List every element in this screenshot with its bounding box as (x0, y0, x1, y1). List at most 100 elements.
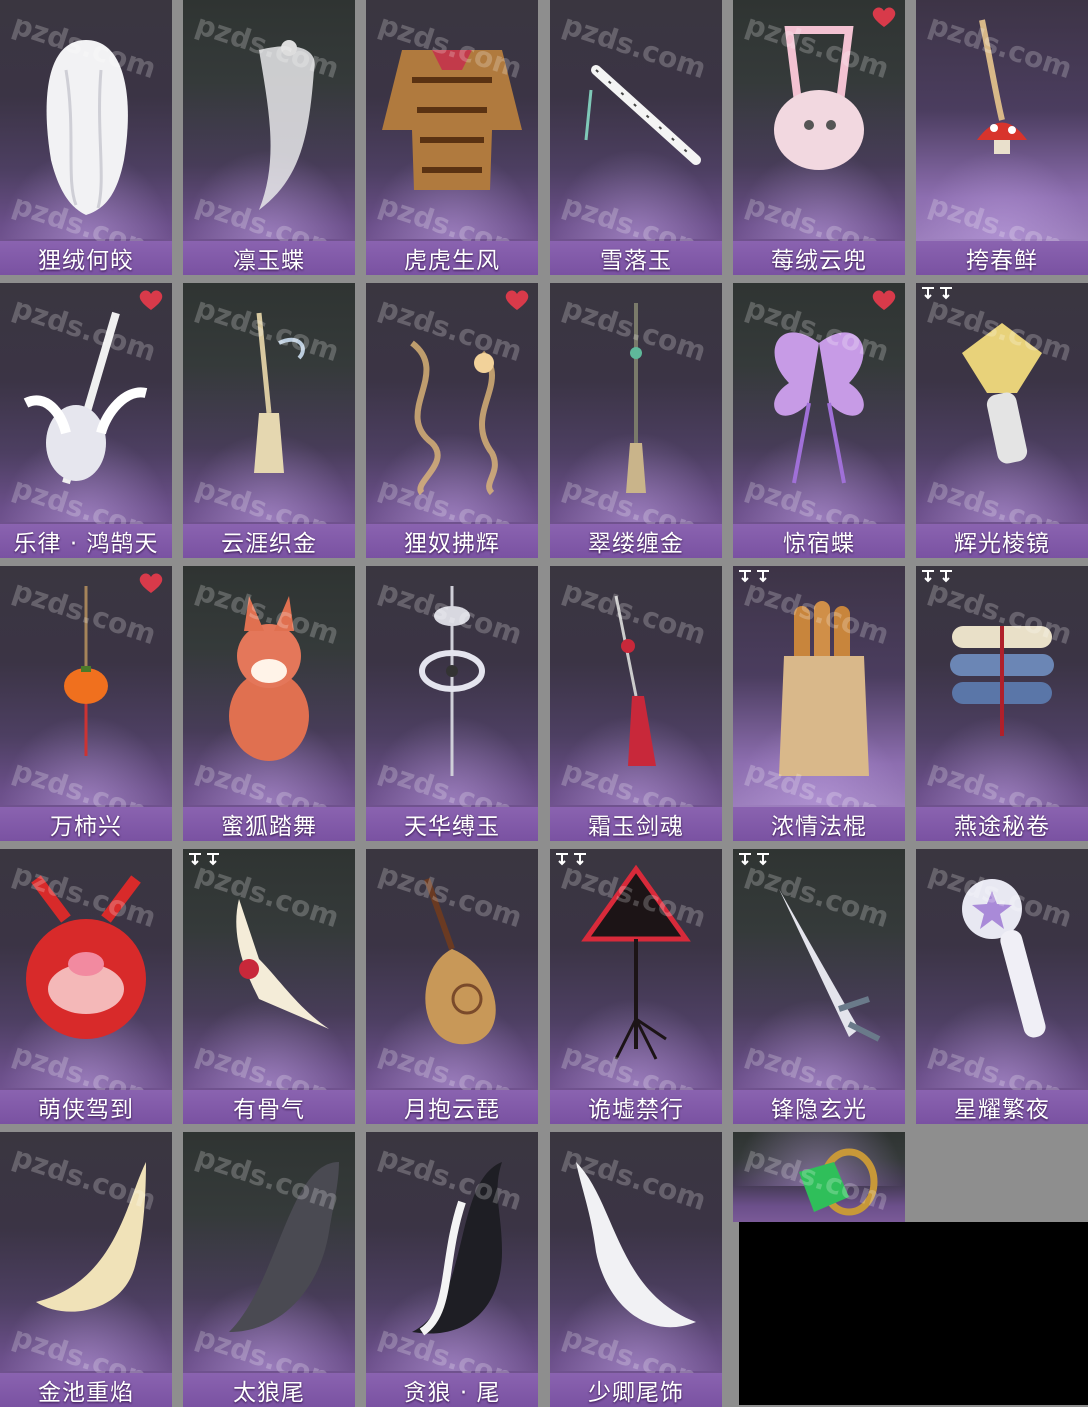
item-label-bar: 霜玉剑魂 (550, 807, 722, 841)
item-name: 翠缕缠金 (588, 531, 684, 557)
winged-guitar-icon (6, 293, 166, 503)
favorite-heart-icon[interactable] (504, 289, 530, 311)
item-name: 金池重焰 (38, 1380, 134, 1406)
item-label-bar: 星耀繁夜 (916, 1090, 1088, 1124)
item-card[interactable]: pzds.com pzds.com 锋隐玄光 (733, 849, 905, 1124)
tiger-costume-icon (372, 10, 532, 220)
mushroom-charm-icon (922, 10, 1082, 220)
item-label-bar: 狸绒何皎 (0, 241, 172, 275)
item-label-bar: 雪落玉 (550, 241, 722, 275)
item-card[interactable]: pzds.com pzds.com 贪狼 · 尾 (366, 1132, 538, 1407)
crystal-scepter-icon (922, 293, 1082, 503)
item-label-bar: 凛玉蝶 (183, 241, 355, 275)
item-label-bar: 少卿尾饰 (550, 1373, 722, 1407)
item-card[interactable]: pzds.com pzds.com 霜玉剑魂 (550, 566, 722, 841)
white-tail-icon (556, 1142, 716, 1352)
empty-slot (908, 1132, 1088, 1222)
item-label-bar: 云涯织金 (183, 524, 355, 558)
item-card[interactable]: pzds.com pzds.com 云涯织金 (183, 283, 355, 558)
jade-tassel-icon (556, 293, 716, 503)
bound-arrow-icon (920, 568, 954, 583)
item-card[interactable]: pzds.com pzds.com 辉光棱镜 (916, 283, 1088, 558)
item-name: 燕途秘卷 (954, 814, 1050, 840)
item-card[interactable]: pzds.com pzds.com 燕途秘卷 (916, 566, 1088, 841)
red-tassel-icon (556, 576, 716, 786)
item-card[interactable]: pzds.com pzds.com 狸奴拂辉 (366, 283, 538, 558)
item-name: 莓绒云兜 (771, 248, 867, 274)
white-hair-icon (6, 10, 166, 220)
item-label-bar: 萌侠驾到 (0, 1090, 172, 1124)
scroll-bundle-icon (922, 576, 1082, 786)
jade-flute-icon (556, 10, 716, 220)
favorite-heart-icon[interactable] (138, 572, 164, 594)
favorite-heart-icon[interactable] (871, 289, 897, 311)
item-label-bar: 贪狼 · 尾 (366, 1373, 538, 1407)
item-card[interactable]: pzds.com pzds.com 狸绒何皎 (0, 0, 172, 275)
item-label-bar: 燕途秘卷 (916, 807, 1088, 841)
pink-bag-icon (739, 10, 899, 220)
bound-arrow-icon (920, 285, 954, 300)
item-card[interactable]: pzds.com pzds.com 莓绒云兜 (733, 0, 905, 275)
item-card[interactable]: pzds.com pzds.com 萌侠驾到 (0, 849, 172, 1124)
item-label-bar: 翠缕缠金 (550, 524, 722, 558)
dagger-icon (739, 859, 899, 1069)
item-name: 虎虎生风 (404, 248, 500, 274)
item-card[interactable]: pzds.com pzds.com 万柿兴 (0, 566, 172, 841)
item-card[interactable]: pzds.com pzds.com 翠缕缠金 (550, 283, 722, 558)
favorite-heart-icon[interactable] (871, 6, 897, 28)
item-card[interactable]: pzds.com pzds.com 乐律 · 鸿鹄天 (0, 283, 172, 558)
item-card[interactable]: pzds.com pzds.com 诡墟禁行 (550, 849, 722, 1124)
item-card[interactable]: pzds.com pzds.com 浓情法棍 (733, 566, 905, 841)
tassel-pendant-icon (189, 293, 349, 503)
item-card[interactable]: pzds.com pzds.com 惊宿蝶 (733, 283, 905, 558)
silver-pendant-icon (372, 576, 532, 786)
item-card[interactable]: pzds.com pzds.com 挎春鲜 (916, 0, 1088, 275)
item-label-bar: 浓情法棍 (733, 807, 905, 841)
item-label-bar: 狸奴拂辉 (366, 524, 538, 558)
item-name: 浓情法棍 (771, 814, 867, 840)
item-card[interactable]: pzds.com pzds.com 凛玉蝶 (183, 0, 355, 275)
item-name: 星耀繁夜 (954, 1097, 1050, 1123)
item-name: 云涯织金 (221, 531, 317, 557)
item-name: 凛玉蝶 (233, 248, 305, 274)
item-name: 雪落玉 (600, 248, 672, 274)
item-label-bar: 诡墟禁行 (550, 1090, 722, 1124)
item-label-bar: 月抱云琵 (366, 1090, 538, 1124)
item-card[interactable]: pzds.com pzds.com 虎虎生风 (366, 0, 538, 275)
item-card[interactable]: pzds.com pzds.com 太狼尾 (183, 1132, 355, 1407)
item-name: 天华缚玉 (404, 814, 500, 840)
bound-arrow-icon (187, 851, 221, 866)
item-card[interactable]: pzds.com pzds.com 月抱云琵 (366, 849, 538, 1124)
item-card[interactable]: pzds.compzds.com (733, 1132, 905, 1222)
item-name: 辉光棱镜 (954, 531, 1050, 557)
star-microphone-icon (922, 859, 1082, 1069)
item-label-bar: 万柿兴 (0, 807, 172, 841)
item-card[interactable]: pzds.com pzds.com 少卿尾饰 (550, 1132, 722, 1407)
item-card[interactable]: pzds.com pzds.com 金池重焰 (0, 1132, 172, 1407)
emerald-ring-icon (739, 1142, 899, 1222)
item-name: 惊宿蝶 (783, 531, 855, 557)
item-name: 萌侠驾到 (38, 1097, 134, 1123)
golden-tail-icon (6, 1142, 166, 1352)
veil-headdress-icon (189, 10, 349, 220)
item-name: 霜玉剑魂 (588, 814, 684, 840)
black-overlay-box (739, 1222, 1088, 1405)
item-name: 少卿尾饰 (588, 1380, 684, 1406)
favorite-heart-icon[interactable] (138, 289, 164, 311)
item-label-bar: 挎春鲜 (916, 241, 1088, 275)
item-label-bar: 辉光棱镜 (916, 524, 1088, 558)
item-card[interactable]: pzds.com pzds.com 天华缚玉 (366, 566, 538, 841)
bone-charm-icon (189, 859, 349, 1069)
warning-sign-icon (556, 859, 716, 1069)
item-card[interactable]: pzds.com pzds.com 星耀繁夜 (916, 849, 1088, 1124)
item-label-bar: 有骨气 (183, 1090, 355, 1124)
item-name: 挎春鲜 (966, 248, 1038, 274)
item-card[interactable]: pzds.com pzds.com 雪落玉 (550, 0, 722, 275)
grey-wolf-tail-icon (189, 1142, 349, 1352)
fox-pet-icon (189, 576, 349, 786)
bound-arrow-icon (554, 851, 588, 866)
item-name: 狸奴拂辉 (404, 531, 500, 557)
item-label-bar: 金池重焰 (0, 1373, 172, 1407)
item-card[interactable]: pzds.com pzds.com 有骨气 (183, 849, 355, 1124)
item-card[interactable]: pzds.com pzds.com 蜜狐踏舞 (183, 566, 355, 841)
